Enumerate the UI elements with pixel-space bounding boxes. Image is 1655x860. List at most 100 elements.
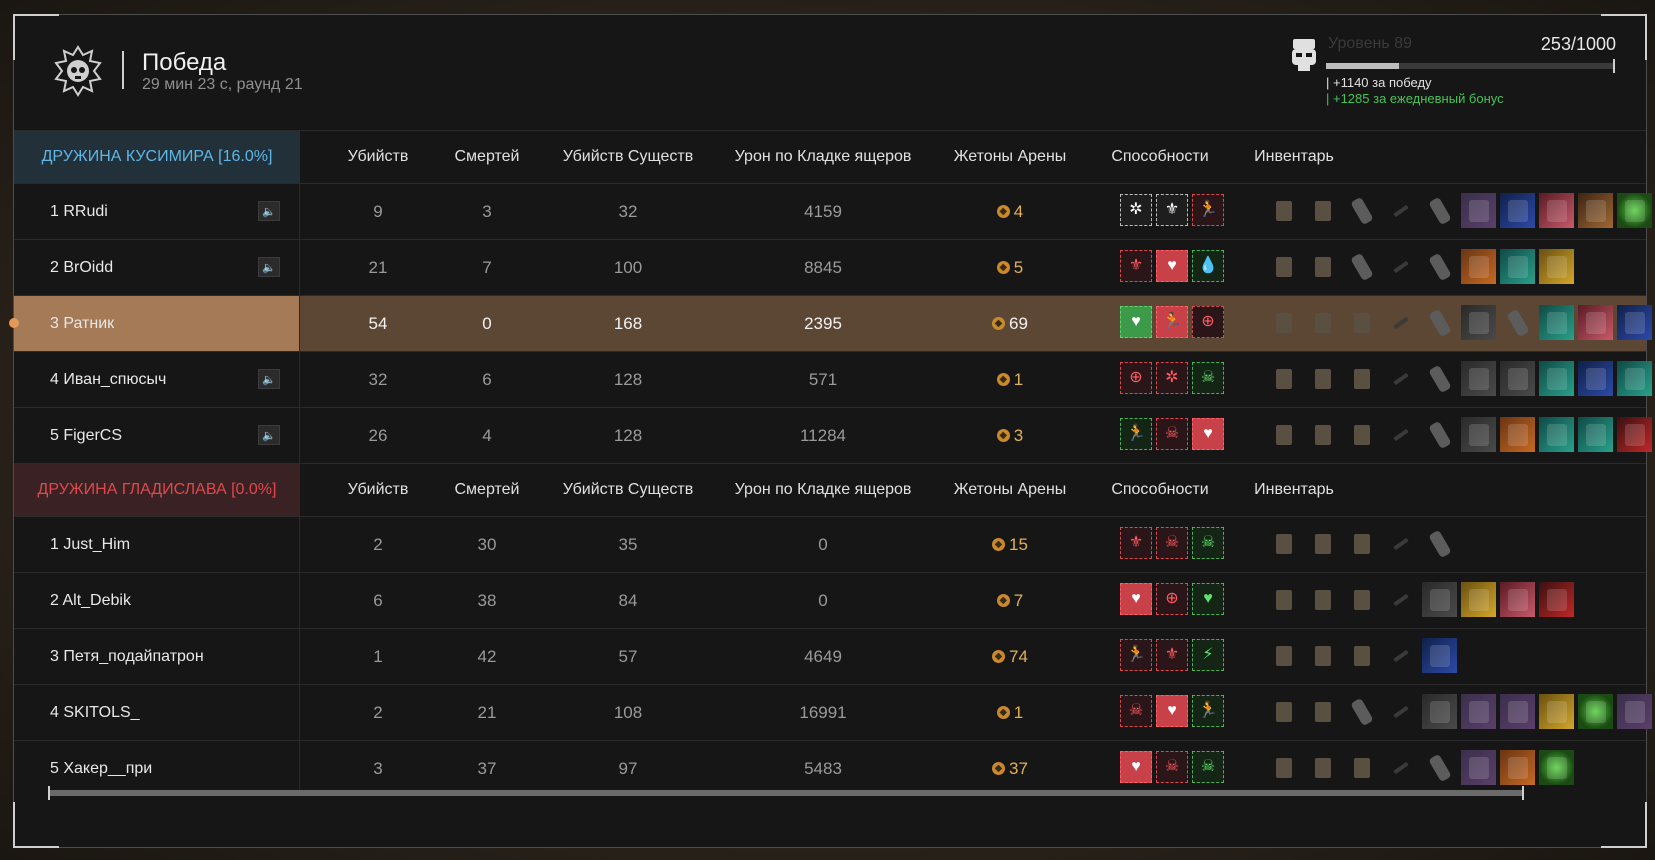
inventory-item-icon[interactable]: [1266, 417, 1301, 452]
inventory-item-icon[interactable]: [1461, 582, 1496, 617]
inventory-item-icon[interactable]: [1461, 694, 1496, 729]
inventory-item-icon[interactable]: [1344, 417, 1379, 452]
ability-icon[interactable]: ✲: [1156, 362, 1188, 394]
inventory-item-icon[interactable]: [1344, 582, 1379, 617]
ability-icon[interactable]: ♥: [1120, 306, 1152, 338]
inventory-item-icon[interactable]: [1539, 249, 1574, 284]
inventory-item-icon[interactable]: [1344, 249, 1379, 284]
inventory-item-icon[interactable]: [1539, 305, 1574, 340]
inventory-item-icon[interactable]: [1500, 193, 1535, 228]
inventory-item-icon[interactable]: [1383, 582, 1418, 617]
ability-icon[interactable]: ✲: [1120, 194, 1152, 226]
ability-icon[interactable]: ⚜: [1156, 639, 1188, 671]
inventory-item-icon[interactable]: [1266, 750, 1301, 785]
player-row[interactable]: 3 Петя_подайпатрон 1 42 57 4649 ◆ 74 🏃 ⚜ ⚡: [14, 628, 1646, 684]
ability-icon[interactable]: ☠: [1192, 362, 1224, 394]
inventory-item-icon[interactable]: [1617, 305, 1652, 340]
inventory-item-icon[interactable]: [1266, 249, 1301, 284]
ability-icon[interactable]: ☠: [1156, 527, 1188, 559]
ability-icon[interactable]: ⚡: [1192, 639, 1224, 671]
player-row[interactable]: 5 FigerCS 🔈 26 4 128 11284 ◆ 3 🏃 ☠ ♥: [14, 407, 1652, 463]
inventory-item-icon[interactable]: [1578, 417, 1613, 452]
ability-icon[interactable]: 🏃: [1192, 194, 1224, 226]
inventory-item-icon[interactable]: [1305, 417, 1340, 452]
inventory-item-icon[interactable]: [1539, 361, 1574, 396]
inventory-item-icon[interactable]: [1617, 417, 1652, 452]
inventory-item-icon[interactable]: [1344, 361, 1379, 396]
ability-icon[interactable]: ♥: [1192, 583, 1224, 615]
scrollbar-thumb[interactable]: [50, 790, 1524, 796]
inventory-item-icon[interactable]: [1344, 526, 1379, 561]
inventory-item-icon[interactable]: [1266, 361, 1301, 396]
ability-icon[interactable]: ♥: [1120, 751, 1152, 783]
inventory-item-icon[interactable]: [1539, 694, 1574, 729]
inventory-item-icon[interactable]: [1422, 526, 1457, 561]
ability-icon[interactable]: ⚜: [1120, 527, 1152, 559]
inventory-item-icon[interactable]: [1383, 638, 1418, 673]
ability-icon[interactable]: ⚜: [1120, 250, 1152, 282]
inventory-item-icon[interactable]: [1344, 750, 1379, 785]
voice-mute-icon[interactable]: 🔈: [258, 201, 280, 221]
inventory-item-icon[interactable]: [1617, 361, 1652, 396]
inventory-item-icon[interactable]: [1305, 193, 1340, 228]
ability-icon[interactable]: ☠: [1192, 527, 1224, 559]
inventory-item-icon[interactable]: [1578, 305, 1613, 340]
inventory-item-icon[interactable]: [1383, 361, 1418, 396]
inventory-item-icon[interactable]: [1305, 638, 1340, 673]
voice-mute-icon[interactable]: 🔈: [258, 425, 280, 445]
inventory-item-icon[interactable]: [1383, 750, 1418, 785]
inventory-item-icon[interactable]: [1500, 305, 1535, 340]
inventory-item-icon[interactable]: [1422, 750, 1457, 785]
inventory-item-icon[interactable]: [1578, 694, 1613, 729]
inventory-item-icon[interactable]: [1539, 193, 1574, 228]
ability-icon[interactable]: ⚜: [1156, 194, 1188, 226]
inventory-item-icon[interactable]: [1422, 193, 1457, 228]
inventory-item-icon[interactable]: [1344, 193, 1379, 228]
inventory-item-icon[interactable]: [1617, 193, 1652, 228]
player-row[interactable]: 5 Хакер__при 3 37 97 5483 ◆ 37 ♥ ☠ ☠: [14, 740, 1646, 796]
ability-icon[interactable]: 🏃: [1120, 418, 1152, 450]
ability-icon[interactable]: ☠: [1156, 418, 1188, 450]
inventory-item-icon[interactable]: [1578, 193, 1613, 228]
inventory-item-icon[interactable]: [1422, 305, 1457, 340]
inventory-item-icon[interactable]: [1539, 417, 1574, 452]
ability-icon[interactable]: ⊕: [1192, 306, 1224, 338]
inventory-item-icon[interactable]: [1266, 526, 1301, 561]
inventory-item-icon[interactable]: [1500, 417, 1535, 452]
inventory-item-icon[interactable]: [1305, 694, 1340, 729]
player-row[interactable]: 3 Ратник 54 0 168 2395 ◆ 69 ♥ 🏃 ⊕: [9, 295, 1652, 351]
inventory-item-icon[interactable]: [1266, 305, 1301, 340]
inventory-item-icon[interactable]: [1266, 638, 1301, 673]
ability-icon[interactable]: 🏃: [1192, 695, 1224, 727]
inventory-item-icon[interactable]: [1539, 582, 1574, 617]
voice-mute-icon[interactable]: 🔈: [258, 369, 280, 389]
inventory-item-icon[interactable]: [1461, 193, 1496, 228]
ability-icon[interactable]: ♥: [1156, 250, 1188, 282]
inventory-item-icon[interactable]: [1344, 694, 1379, 729]
player-row[interactable]: 1 RRudi 🔈 9 3 32 4159 ◆ 4 ✲ ⚜ 🏃: [14, 183, 1652, 239]
ability-icon[interactable]: ☠: [1192, 751, 1224, 783]
player-row[interactable]: 2 BrOidd 🔈 21 7 100 8845 ◆ 5 ⚜ ♥ 💧: [14, 239, 1646, 295]
horizontal-scrollbar[interactable]: [50, 790, 1524, 796]
inventory-item-icon[interactable]: [1461, 361, 1496, 396]
inventory-item-icon[interactable]: [1266, 582, 1301, 617]
inventory-item-icon[interactable]: [1305, 305, 1340, 340]
inventory-item-icon[interactable]: [1422, 694, 1457, 729]
inventory-item-icon[interactable]: [1305, 249, 1340, 284]
inventory-item-icon[interactable]: [1461, 417, 1496, 452]
inventory-item-icon[interactable]: [1383, 193, 1418, 228]
inventory-item-icon[interactable]: [1461, 249, 1496, 284]
inventory-item-icon[interactable]: [1500, 750, 1535, 785]
inventory-item-icon[interactable]: [1383, 417, 1418, 452]
inventory-item-icon[interactable]: [1578, 361, 1613, 396]
inventory-item-icon[interactable]: [1500, 361, 1535, 396]
inventory-item-icon[interactable]: [1344, 638, 1379, 673]
inventory-item-icon[interactable]: [1305, 750, 1340, 785]
inventory-item-icon[interactable]: [1500, 249, 1535, 284]
inventory-item-icon[interactable]: [1266, 694, 1301, 729]
inventory-item-icon[interactable]: [1383, 694, 1418, 729]
voice-mute-icon[interactable]: 🔈: [258, 257, 280, 277]
inventory-item-icon[interactable]: [1422, 249, 1457, 284]
ability-icon[interactable]: 💧: [1192, 250, 1224, 282]
player-row[interactable]: 1 Just_Him 2 30 35 0 ◆ 15 ⚜ ☠ ☠: [14, 516, 1646, 572]
